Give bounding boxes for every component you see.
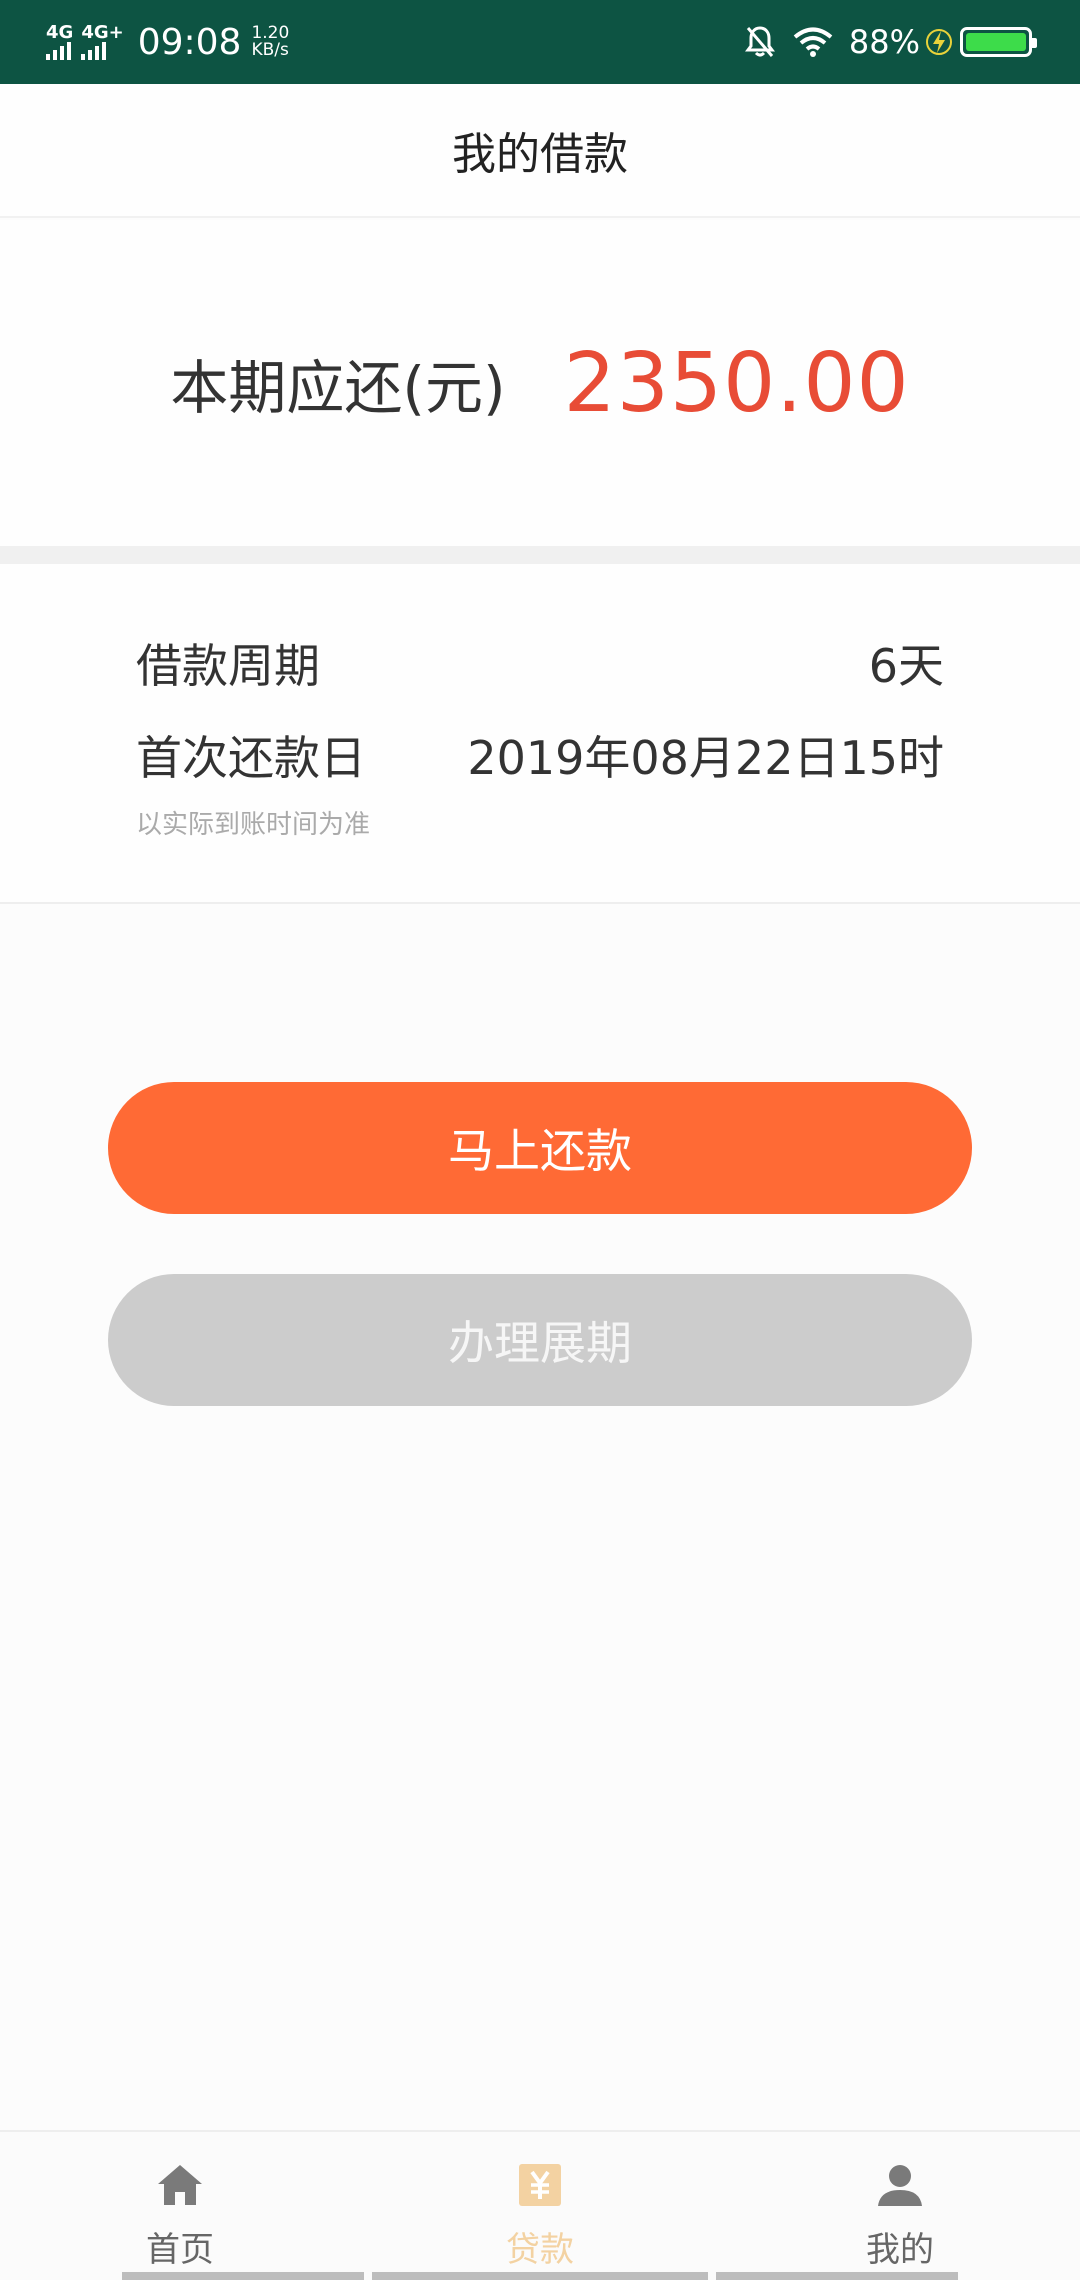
person-icon xyxy=(875,2160,925,2210)
loan-period-label: 借款周期 xyxy=(136,639,320,693)
amount-value: 2350.00 xyxy=(563,335,910,431)
network-speed: 1.20 KB/s xyxy=(251,25,289,59)
home-icon xyxy=(155,2160,205,2210)
apply-extension-button[interactable]: 办理展期 xyxy=(108,1274,972,1406)
amount-section: 本期应还(元) 2350.00 xyxy=(0,220,1080,546)
charging-icon xyxy=(926,27,952,57)
page-title: 我的借款 xyxy=(452,129,628,180)
arrival-time-note: 以实际到账时间为准 xyxy=(136,810,371,840)
signal-1: 4G xyxy=(46,24,73,60)
battery-fill xyxy=(966,33,1026,51)
battery-icon xyxy=(960,27,1037,57)
signal-bars-icon xyxy=(81,42,107,60)
home-indicator-left xyxy=(122,2272,364,2280)
repay-now-button[interactable]: 马上还款 xyxy=(108,1082,972,1214)
first-repay-row: 首次还款日 2019年08月22日15时 xyxy=(136,722,944,788)
status-bar-left: 4G 4G+ 09:08 1.20 KB/s xyxy=(46,22,289,63)
nav-item-mine[interactable]: 我的 xyxy=(720,2132,1080,2280)
first-repay-value: 2019年08月22日15时 xyxy=(467,731,944,785)
network-type-1: 4G xyxy=(46,22,74,43)
app-header: 我的借款 xyxy=(0,84,1080,218)
home-indicator-right xyxy=(716,2272,958,2280)
status-bar-right: 88% xyxy=(727,23,1037,61)
signal-bars-icon xyxy=(46,42,71,60)
nav-item-home[interactable]: 首页 xyxy=(0,2132,360,2280)
yuan-icon xyxy=(515,2160,565,2210)
home-indicator-center xyxy=(372,2272,708,2280)
loan-period-row: 借款周期 6天 xyxy=(136,630,944,696)
bell-off-icon xyxy=(744,25,775,59)
signal-2: 4G+ xyxy=(81,22,124,60)
network-speed-unit: KB/s xyxy=(251,40,289,60)
network-type-2: 4G+ xyxy=(81,22,124,43)
loan-details: 借款周期 6天 首次还款日 2019年08月22日15时 以实际到账时间为准 xyxy=(0,564,1080,904)
loan-period-value: 6天 xyxy=(868,639,944,693)
amount-label: 本期应还(元) xyxy=(170,354,506,422)
bottom-nav: 首页 贷款 我的 xyxy=(0,2130,1080,2280)
nav-item-mine-label: 我的 xyxy=(866,2230,934,2270)
nav-item-loan-label: 贷款 xyxy=(506,2230,574,2270)
nav-item-home-label: 首页 xyxy=(146,2230,214,2270)
nav-item-loan[interactable]: 贷款 xyxy=(360,2132,720,2280)
status-bar: 4G 4G+ 09:08 1.20 KB/s 88% xyxy=(0,0,1080,84)
wifi-icon xyxy=(793,27,833,57)
clock: 09:08 xyxy=(137,21,242,63)
battery-percent: 88% xyxy=(848,23,920,61)
first-repay-label: 首次还款日 xyxy=(136,731,366,785)
section-divider xyxy=(0,546,1080,564)
